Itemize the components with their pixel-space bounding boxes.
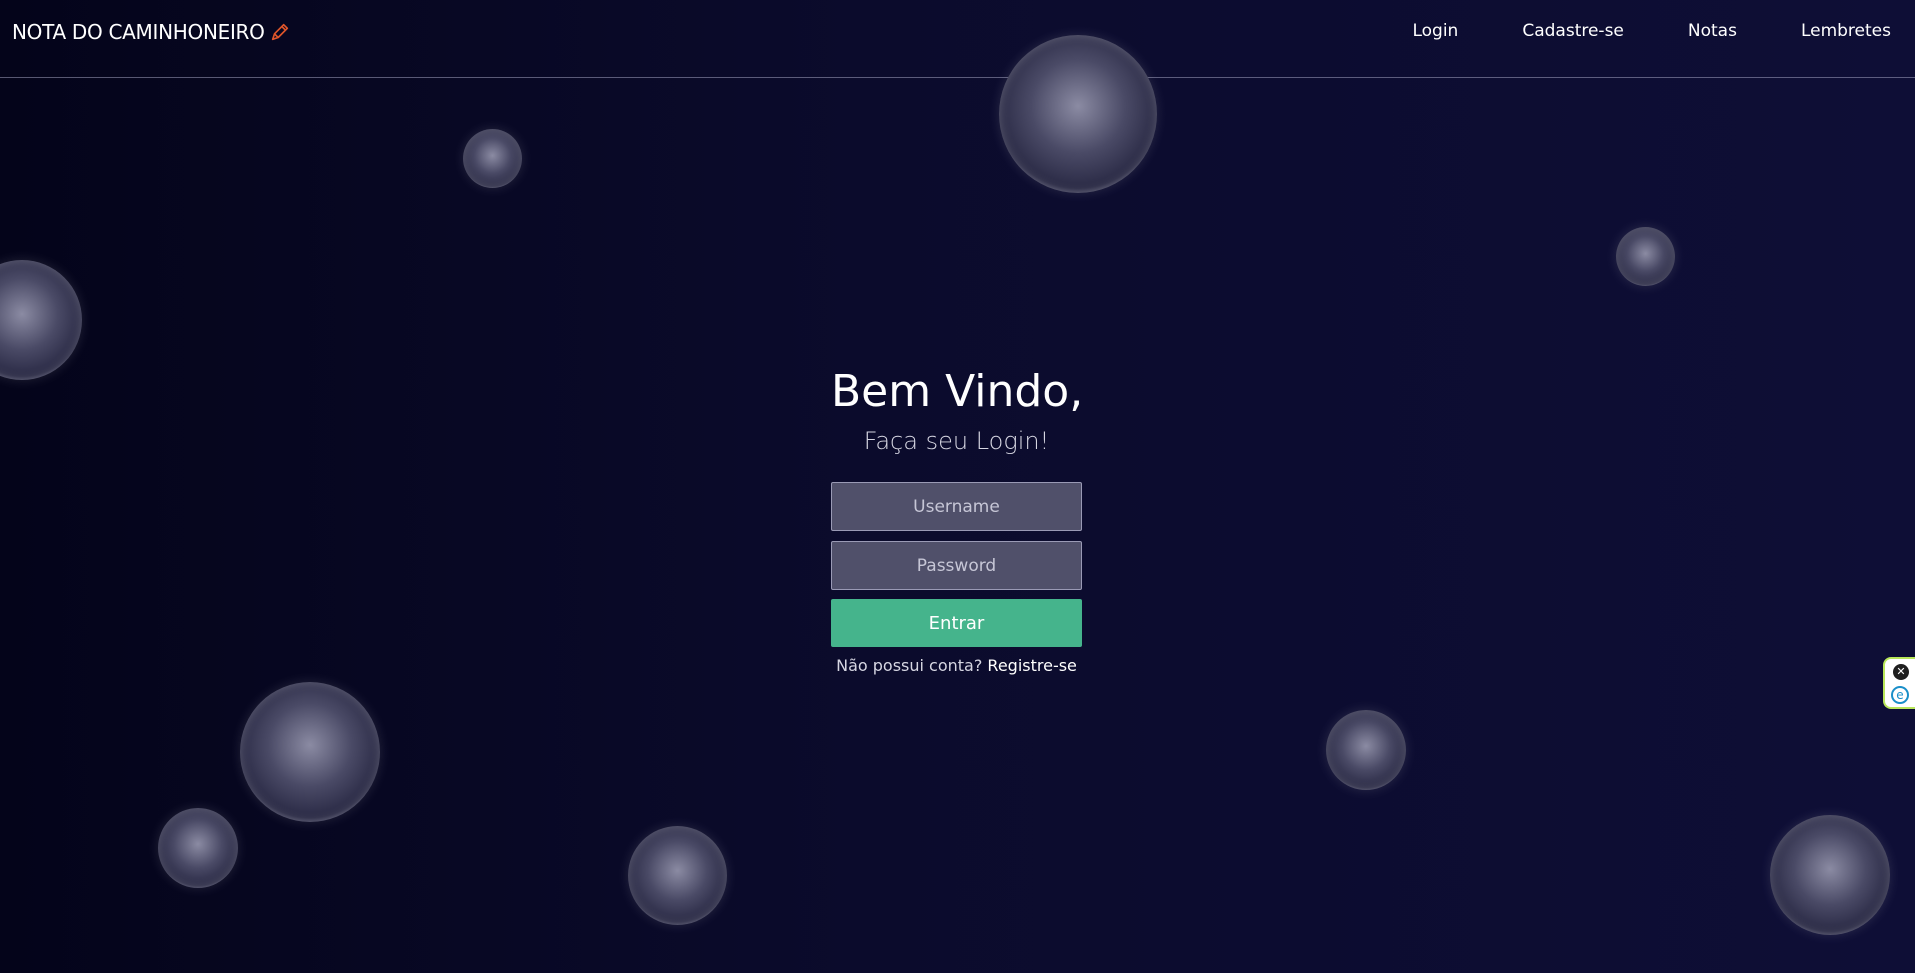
login-subtitle: Faça seu Login! xyxy=(863,427,1050,455)
register-link[interactable]: Registre-se xyxy=(987,656,1076,675)
extension-e-icon[interactable]: e xyxy=(1891,686,1909,704)
nav-lembretes[interactable]: Lembretes xyxy=(1801,21,1891,41)
username-input[interactable] xyxy=(831,482,1082,531)
bubble-decoration xyxy=(158,808,238,888)
login-submit-button[interactable]: Entrar xyxy=(831,599,1082,647)
bubble-decoration xyxy=(1616,227,1675,286)
nav-cadastre-se[interactable]: Cadastre-se xyxy=(1522,21,1624,41)
login-form: Bem Vindo, Faça seu Login! Entrar Não po… xyxy=(831,362,1084,675)
bubble-decoration xyxy=(628,826,727,925)
close-icon[interactable]: ✕ xyxy=(1893,664,1909,680)
bubble-decoration xyxy=(1770,815,1890,935)
welcome-title: Bem Vindo, xyxy=(831,366,1084,417)
brand-name: NOTA DO CAMINHONEIRO xyxy=(12,20,265,44)
nav-links: Login Cadastre-se Notas Lembretes xyxy=(1412,21,1891,41)
bubble-decoration xyxy=(999,35,1157,193)
register-prompt: Não possui conta? Registre-se xyxy=(831,656,1082,675)
bubble-decoration xyxy=(463,129,522,188)
brand-logo[interactable]: NOTA DO CAMINHONEIRO xyxy=(12,20,291,44)
nav-notas[interactable]: Notas xyxy=(1688,21,1737,41)
pencil-icon xyxy=(271,23,288,41)
nav-login[interactable]: Login xyxy=(1412,21,1458,41)
extension-side-widget: ✕ e xyxy=(1883,657,1915,709)
bubble-decoration xyxy=(240,682,380,822)
bubble-decoration xyxy=(0,260,82,380)
bubble-decoration xyxy=(1326,710,1406,790)
register-prompt-text: Não possui conta? xyxy=(836,656,983,675)
navbar: NOTA DO CAMINHONEIRO Login Cadastre-se N… xyxy=(0,0,1915,78)
password-input[interactable] xyxy=(831,541,1082,590)
